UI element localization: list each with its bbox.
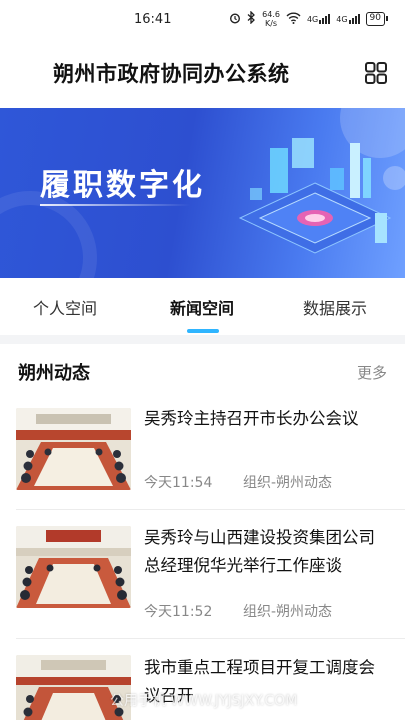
banner-carousel[interactable]: 履职数字化: [0, 108, 405, 278]
news-time: 今天11:52: [144, 604, 213, 620]
status-time: 16:41: [134, 12, 172, 27]
tab-news-space[interactable]: 新闻空间: [170, 295, 234, 319]
news-item[interactable]: 吴秀玲与山西建设投资集团公司总经理倪华光举行工作座谈 今天11:52 组织-朔州…: [0, 524, 405, 629]
tab-data-display[interactable]: 数据展示: [303, 295, 367, 319]
wifi-icon: [286, 12, 301, 27]
banner-underline: [40, 204, 190, 206]
net-speed: 64.6 K/s: [262, 10, 280, 28]
status-icons: 64.6 K/s 4G 4G 90: [229, 10, 389, 28]
active-tab-indicator: [187, 329, 219, 333]
status-bar: 16:41 64.6 K/s 4G 4G 90: [0, 0, 405, 40]
news-source: 组织-朔州动态: [243, 475, 333, 491]
news-title: 吴秀玲与山西建设投资集团公司总经理倪华光举行工作座谈: [144, 528, 375, 575]
battery-icon: 90: [365, 12, 389, 26]
section-divider: [0, 335, 405, 344]
net-speed-unit: K/s: [264, 19, 278, 28]
app-title: 朔州市政府协同办公系统: [53, 62, 290, 86]
alarm-icon: [229, 12, 241, 27]
net-speed-value: 64.6: [262, 10, 280, 19]
list-divider: [16, 638, 405, 639]
tab-personal-space[interactable]: 个人空间: [33, 295, 97, 319]
news-thumbnail: [16, 408, 131, 490]
app-header: 朔州市政府协同办公系统: [0, 52, 405, 100]
digital-platform-illustration: [238, 138, 392, 254]
news-thumbnail: [16, 526, 131, 608]
news-source: 组织-朔州动态: [243, 604, 333, 620]
more-link[interactable]: 更多: [357, 362, 387, 383]
app-grid-icon[interactable]: [364, 61, 388, 85]
list-divider: [16, 509, 405, 510]
signal-2-label: 4G: [336, 15, 348, 24]
bluetooth-icon: [247, 10, 256, 27]
news-title: 吴秀玲主持召开市长办公会议: [144, 409, 359, 428]
section-title: 朔州动态: [18, 363, 90, 384]
signal-icon-1: 4G: [306, 14, 331, 24]
signal-icon-2: 4G: [336, 14, 360, 24]
tab-bar: 个人空间 新闻空间 数据展示: [0, 285, 405, 333]
news-item[interactable]: 吴秀玲主持召开市长办公会议 今天11:54 组织-朔州动态: [0, 405, 405, 505]
news-thumbnail: [16, 655, 131, 720]
banner-text: 履职数字化: [40, 168, 205, 203]
signal-1-label: 4G: [306, 15, 319, 24]
watermark: 公用手机 WWW.JYJSJXY.COM: [110, 693, 298, 709]
news-time: 今天11:54: [144, 475, 213, 491]
